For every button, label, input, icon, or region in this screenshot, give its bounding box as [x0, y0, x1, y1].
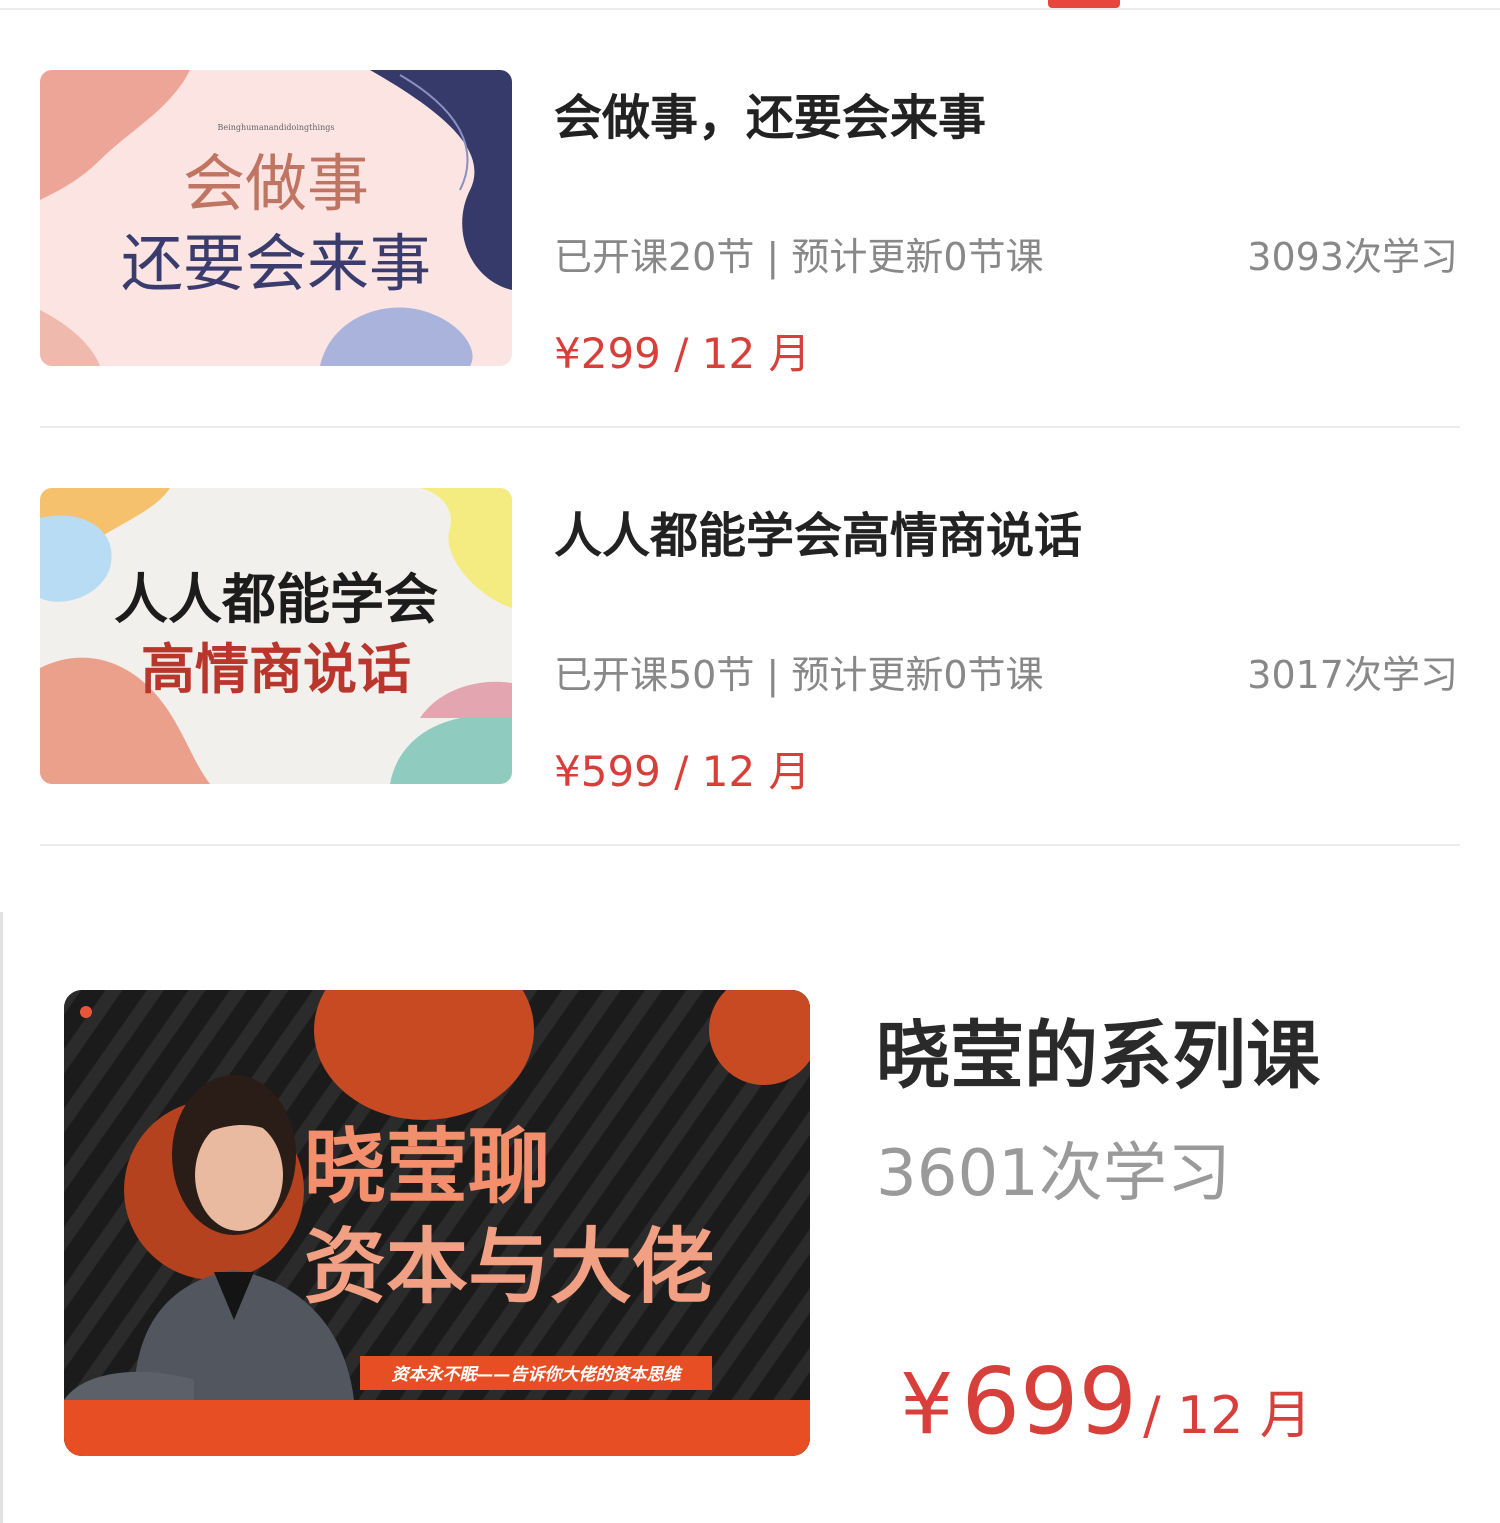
divider [40, 844, 1460, 846]
series-thumbnail[interactable]: 晓莹聊 资本与大佬 资本永不眠——告诉你大佬的资本思维 [64, 990, 810, 1456]
series-cover-tagline: 资本永不眠——告诉你大佬的资本思维 [392, 1365, 684, 1385]
series-price-value: 699 [961, 1348, 1138, 1455]
course-meta-2: 已开课50节 | 预计更新0节课 [554, 653, 1044, 697]
top-tab-bar [0, 0, 1500, 10]
course-title-2[interactable]: 人人都能学会高情商说话 [554, 496, 1082, 566]
course-2-cover-line2: 高情商说话 [141, 638, 411, 701]
course-1-cover-art: Beinghumanandidoingthings 会做事 还要会来事 [40, 70, 512, 366]
course-item-1[interactable]: Beinghumanandidoingthings 会做事 还要会来事 会做事，… [40, 70, 1460, 378]
course-2-cover-line1: 人人都能学会 [114, 568, 438, 631]
course-price-2: ¥599 / 12 月 [554, 747, 811, 796]
series-price-period: / 12 月 [1143, 1386, 1312, 1446]
series-cover-art: 晓莹聊 资本与大佬 资本永不眠——告诉你大佬的资本思维 [64, 990, 810, 1456]
course-thumbnail-1[interactable]: Beinghumanandidoingthings 会做事 还要会来事 [40, 70, 512, 366]
course-1-cover-line1: 会做事 [183, 147, 369, 220]
series-price: ¥699/ 12 月 [900, 1348, 1312, 1455]
course-thumbnail-2[interactable]: 人人都能学会 高情商说话 [40, 488, 512, 784]
course-1-cover-line2: 还要会来事 [121, 227, 431, 300]
active-tab-indicator [1048, 0, 1120, 8]
series-title[interactable]: 晓莹的系列课 [876, 996, 1320, 1103]
series-cover-line1: 晓莹聊 [304, 1120, 550, 1215]
course-study-count-2: 3017次学习 [1247, 653, 1458, 697]
course-price-1: ¥299 / 12 月 [554, 329, 811, 378]
series-price-currency: ¥ [900, 1355, 954, 1453]
course-1-cover-small-text: Beinghumanandidoingthings [218, 123, 335, 132]
divider [40, 426, 1460, 428]
series-cover-line2: 资本与大佬 [304, 1220, 714, 1315]
course-study-count-1: 3093次学习 [1247, 235, 1458, 279]
course-2-cover-art: 人人都能学会 高情商说话 [40, 488, 512, 784]
course-meta-1: 已开课20节 | 预计更新0节课 [554, 235, 1044, 279]
course-item-2[interactable]: 人人都能学会 高情商说话 人人都能学会高情商说话 已开课50节 | 预计更新0节… [40, 488, 1460, 796]
left-edge-line [0, 912, 3, 1523]
series-study-count: 3601次学习 [876, 1137, 1231, 1211]
course-title-1[interactable]: 会做事，还要会来事 [554, 78, 986, 148]
